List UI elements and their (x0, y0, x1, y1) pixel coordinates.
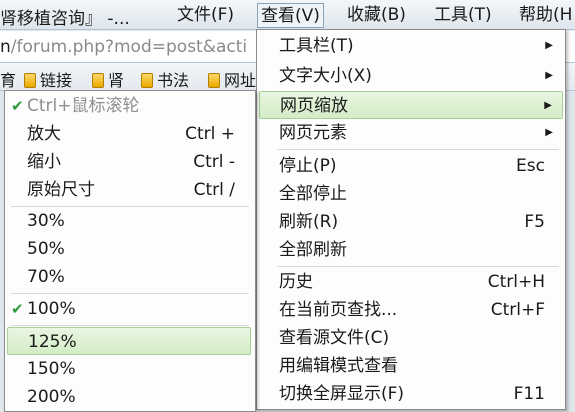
zoom-item-zoom-out[interactable]: 缩小 Ctrl - (5, 148, 255, 176)
view-menu-item-toolbar[interactable]: 工具栏(T) ▶ (257, 32, 565, 60)
zoom-item-30[interactable]: 30% (5, 207, 255, 235)
menu-separator (11, 325, 249, 326)
view-menu-item-history[interactable]: 历史 Ctrl+H (257, 268, 565, 296)
view-menu-item-stop[interactable]: 停止(P) Esc (257, 152, 565, 180)
view-menu-item-refresh[interactable]: 刷新(R) F5 (257, 208, 565, 236)
favorite-item[interactable]: 书法 (141, 67, 189, 91)
menu-item-label: 150% (27, 359, 76, 379)
menu-item-label: 70% (27, 267, 65, 287)
window-title: 肾移植咨询』 -... (0, 9, 130, 29)
check-icon: ✔ (11, 97, 24, 115)
menu-item-shortcut: Ctrl + (185, 124, 235, 144)
triangle-right-icon: ▶ (545, 127, 553, 138)
view-menu-item-stop-all[interactable]: 全部停止 (257, 180, 565, 208)
menu-item-label: 历史 (279, 272, 313, 292)
triangle-right-icon: ▶ (544, 100, 552, 111)
menu-item-shortcut: Esc (516, 156, 545, 176)
view-menu-item-refresh-all[interactable]: 全部刷新 (257, 236, 565, 264)
menu-item-label: 原始尺寸 (27, 180, 95, 200)
menu-item-label: 缩小 (27, 152, 61, 172)
triangle-right-icon: ▶ (545, 40, 553, 51)
menu-item-label: 刷新(R) (279, 212, 339, 232)
menu-item-label: 查看源文件(C) (279, 328, 390, 348)
menu-item-label: 全部停止 (279, 184, 347, 204)
favorite-item[interactable]: 育 (0, 67, 16, 91)
triangle-right-icon: ▶ (545, 70, 553, 81)
menu-item-label: Ctrl+鼠标滚轮 (27, 96, 140, 116)
menu-item-label: 用编辑模式查看 (279, 356, 398, 376)
check-icon: ✔ (11, 300, 24, 318)
folder-icon (92, 73, 104, 88)
menu-separator (277, 149, 559, 150)
menu-item-label: 切换全屏显示(F) (279, 384, 405, 404)
menu-item-label: 200% (27, 387, 76, 407)
zoom-item-200[interactable]: 200% (5, 383, 255, 411)
menu-item-shortcut: Ctrl / (193, 180, 235, 200)
menu-item-label: 网页缩放 (280, 96, 348, 116)
menu-item-label: 30% (27, 211, 65, 231)
view-menu-item-text-size[interactable]: 文字大小(X) ▶ (257, 62, 565, 90)
view-menu-item-fullscreen[interactable]: 切换全屏显示(F) F11 (257, 380, 565, 408)
favorite-item[interactable]: 链接 (24, 67, 72, 91)
zoom-item-100[interactable]: ✔ 100% (5, 295, 255, 323)
menu-item-shortcut: Ctrl+H (487, 272, 545, 292)
url-host: n (0, 37, 11, 57)
view-menu-item-view-source[interactable]: 查看源文件(C) (257, 324, 565, 352)
view-menu-item-page-elements[interactable]: 网页元素 ▶ (257, 119, 565, 147)
menu-tools[interactable]: 工具(T) (431, 3, 495, 28)
favorite-label: 书法 (157, 71, 190, 90)
view-menu-item-zoom[interactable]: 网页缩放 ▶ (259, 91, 563, 119)
folder-icon (141, 73, 153, 88)
url-path: /forum.php?mod=post&acti (10, 37, 248, 57)
zoom-item-70[interactable]: 70% (5, 263, 255, 291)
zoom-item-125[interactable]: 125% (7, 327, 251, 355)
menu-favorites[interactable]: 收藏(B) (344, 3, 409, 28)
folder-icon (208, 73, 220, 88)
favorite-label: 链接 (40, 71, 73, 90)
menu-item-shortcut: Ctrl+F (490, 300, 545, 320)
menu-file[interactable]: 文件(F) (174, 3, 237, 28)
menu-separator (11, 293, 249, 294)
menu-item-label: 50% (27, 239, 65, 259)
menu-item-label: 放大 (27, 124, 61, 144)
url-input[interactable]: n/forum.php?mod=post&acti (0, 37, 247, 57)
zoom-item-original-size[interactable]: 原始尺寸 Ctrl / (5, 176, 255, 204)
view-menu-item-find[interactable]: 在当前页查找... Ctrl+F (257, 296, 565, 324)
favorite-label: 网址 (224, 71, 257, 90)
menu-item-shortcut: F11 (513, 384, 545, 404)
menu-view[interactable]: 查看(V) (257, 3, 324, 28)
favorite-label: 肾 (108, 71, 125, 90)
zoom-item-ctrl-wheel[interactable]: ✔ Ctrl+鼠标滚轮 (5, 92, 255, 120)
menu-item-label: 工具栏(T) (279, 36, 354, 56)
menu-item-label: 文字大小(X) (279, 66, 372, 86)
menu-item-label: 网页元素 (279, 123, 347, 143)
menu-item-label: 125% (28, 332, 77, 352)
menu-item-shortcut: F5 (524, 212, 545, 232)
menu-item-shortcut: Ctrl - (193, 152, 235, 172)
zoom-item-zoom-in[interactable]: 放大 Ctrl + (5, 120, 255, 148)
favorite-label: 育 (0, 71, 17, 90)
menu-item-label: 在当前页查找... (279, 300, 398, 320)
menu-item-label: 停止(P) (279, 156, 337, 176)
menu-item-label: 100% (27, 299, 76, 319)
favorite-item[interactable]: 网址 (208, 67, 256, 91)
zoom-submenu: ✔ Ctrl+鼠标滚轮 放大 Ctrl + 缩小 Ctrl - 原始尺寸 Ctr… (4, 90, 256, 412)
favorite-item[interactable]: 肾 (92, 67, 124, 91)
menu-help[interactable]: 帮助(H (516, 3, 575, 28)
view-menu-item-edit-mode[interactable]: 用编辑模式查看 (257, 352, 565, 380)
zoom-item-50[interactable]: 50% (5, 235, 255, 263)
menu-item-label: 全部刷新 (279, 240, 347, 260)
zoom-item-150[interactable]: 150% (5, 355, 255, 383)
view-menu: 工具栏(T) ▶ 文字大小(X) ▶ 网页缩放 ▶ 网页元素 ▶ 停止(P) E… (256, 29, 566, 410)
menu-separator (277, 266, 559, 267)
folder-icon (24, 73, 36, 88)
title-bar: 肾移植咨询』 -... 文件(F) 查看(V) 收藏(B) 工具(T) 帮助(H (0, 0, 575, 30)
